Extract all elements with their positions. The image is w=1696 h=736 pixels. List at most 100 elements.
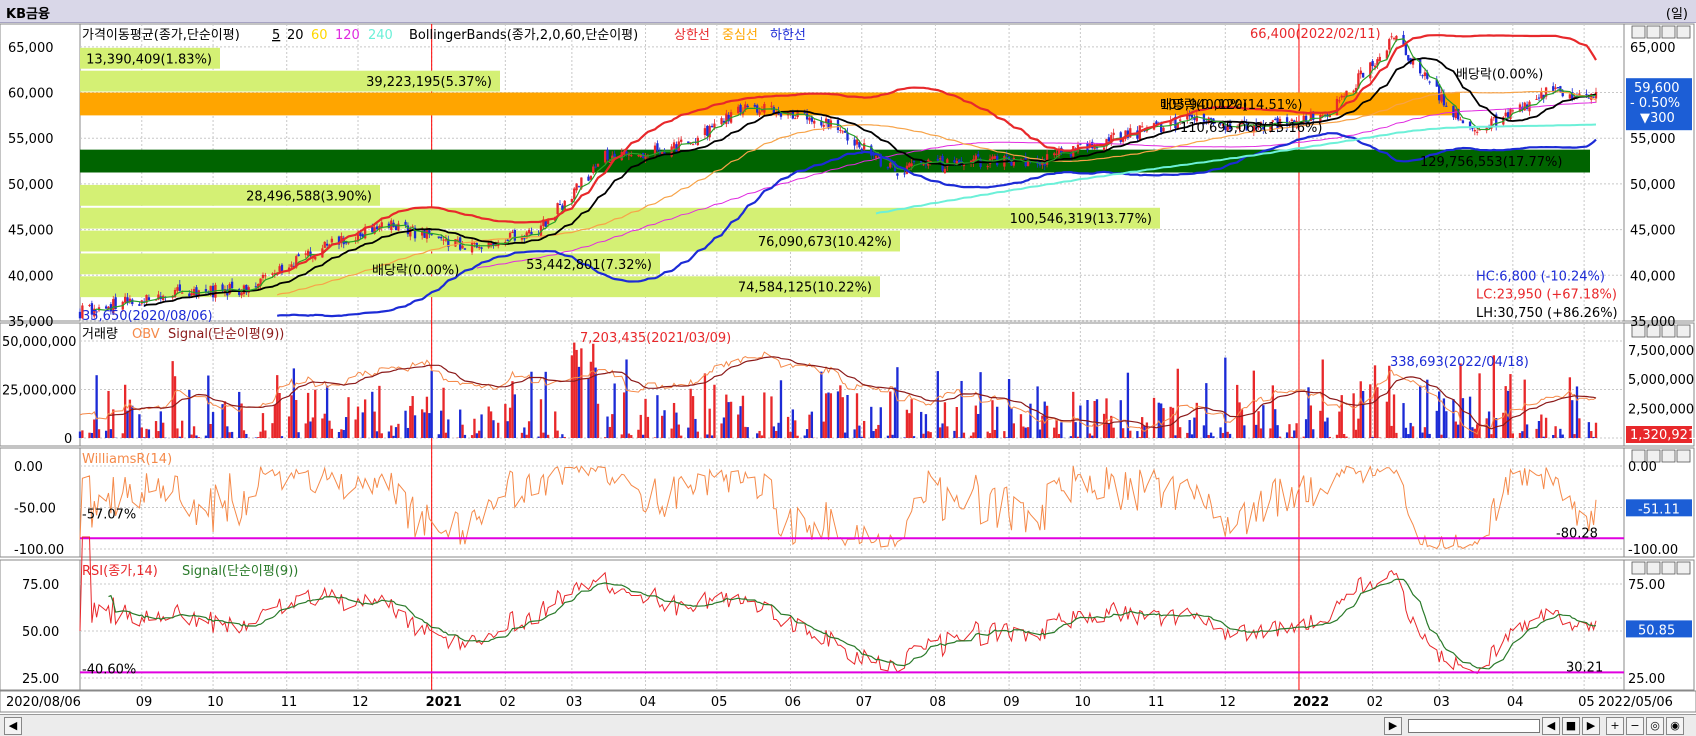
volume-bar [1329,437,1331,438]
candle-body [1452,106,1454,117]
zoom-out-icon[interactable]: − [1626,717,1644,735]
williams-panel-control-icon[interactable] [1677,450,1690,462]
candle-body [896,173,898,175]
volume-bar [297,432,299,438]
x-tick-label: 12 [352,695,369,710]
volume-bar [1077,437,1079,438]
volume-bar [991,400,993,438]
volume-bar [625,359,627,438]
volume-bar [1013,423,1015,438]
y-tick-label: 50,000 [8,178,54,193]
volume-bar [728,402,730,438]
volume-profile-label: 129,756,553(17.77%) [1420,155,1562,170]
candle-body [720,118,722,124]
candle-body [324,242,326,248]
candle-body [314,257,316,259]
volume-bar [723,417,725,438]
candle-body [1053,153,1055,155]
volume-profile-label: 110,695,068(15.16%) [1180,121,1322,136]
williams-panel-control-icon[interactable] [1662,450,1675,462]
volume-bar [830,393,832,438]
volume-bar [1535,429,1537,438]
rsi-panel-control-icon[interactable] [1632,562,1645,574]
volume-panel-control-icon[interactable] [1677,325,1690,337]
period-label[interactable]: (일) [1666,3,1688,22]
williams-y-tick-right: -100.00 [1628,543,1678,558]
volume-bar [609,427,611,438]
candle-body [271,273,273,274]
volume-bar [1440,435,1442,438]
bb-legend-title: BollingerBands(종가,2,0,60,단순이평) [409,28,638,43]
volume-bar [1429,434,1431,438]
volume-bar [1524,380,1526,438]
scroll-left-button[interactable]: ◀ [4,717,22,735]
volume-bar [956,407,958,438]
x-tick-label: 11 [281,695,298,710]
volume-bar [326,386,328,438]
candle-body [1341,96,1343,98]
volume-bar [925,414,927,438]
volume-bar [1160,403,1162,438]
volume-bar [837,391,839,438]
candle-body [1569,94,1571,98]
candle-body [739,105,741,112]
play-icon[interactable]: ▶ [1582,717,1600,735]
price-panel-control-icon[interactable] [1632,26,1645,38]
candle-body [754,105,756,107]
volume-bar [447,419,449,438]
candle-body [994,156,996,159]
stop-icon[interactable]: ■ [1562,717,1580,735]
volume-y-tick: 50,000,000 [2,335,76,350]
volume-bar [1578,418,1580,438]
candle-body [823,125,825,127]
volume-bar [1319,411,1321,438]
candle-body [908,163,910,167]
stock-chart[interactable]: 0910111220210203040506070809101112202202… [0,22,1696,714]
volume-bar [939,427,941,438]
candle-body [231,282,233,288]
volume-bar [1390,426,1392,438]
dividend-annotation: 배당락(0.00%) [1456,67,1543,82]
x-tick-label: 2022 [1293,695,1329,710]
volume-bar [575,350,577,438]
volume-bar [1592,437,1594,438]
candle-body [1476,132,1478,133]
volume-bar [941,423,943,438]
volume-bar [191,435,193,438]
volume-bar [1269,428,1271,438]
candle-body [404,222,406,225]
candle-body [573,188,575,199]
zoom-fit-icon[interactable]: ◎ [1646,717,1664,735]
candle-body [1338,100,1340,101]
candle-body [758,112,760,115]
scroll-right-button[interactable]: ▶ [1384,717,1402,735]
bb-legend-upper: 상한선 [674,28,710,43]
zoom-reset-icon[interactable]: ◉ [1666,717,1684,735]
volume-bar [397,424,399,438]
volume-bar [345,417,347,438]
candle-body [770,106,772,107]
volume-bar [262,413,264,438]
volume-bar [640,415,642,438]
candle-body [290,264,292,267]
volume-bar [276,375,278,438]
volume-bar [604,437,606,438]
zoom-in-icon[interactable]: + [1606,717,1624,735]
price-panel-control-icon[interactable] [1662,26,1675,38]
scroll-thumb[interactable] [1408,719,1540,733]
price-panel-control-icon[interactable] [1647,26,1660,38]
y-tick-label-right: 50,000 [1630,178,1676,193]
volume-bar [823,422,825,438]
rsi-panel-control-icon[interactable] [1677,562,1690,574]
rsi-panel-control-icon[interactable] [1647,562,1660,574]
price-panel-control-icon[interactable] [1677,26,1690,38]
candle-body [326,244,328,246]
candle-body [853,140,855,146]
scroll-bar[interactable]: ◀ ▶ ◀ ■ ▶ + − ◎ ◉ [0,714,1696,736]
ma-legend-period: 20 [287,28,304,43]
volume-bar [996,407,998,438]
volume-bar [1006,437,1008,438]
rsi-panel-control-icon[interactable] [1662,562,1675,574]
prev-icon[interactable]: ◀ [1542,717,1560,735]
candle-body [991,157,993,160]
